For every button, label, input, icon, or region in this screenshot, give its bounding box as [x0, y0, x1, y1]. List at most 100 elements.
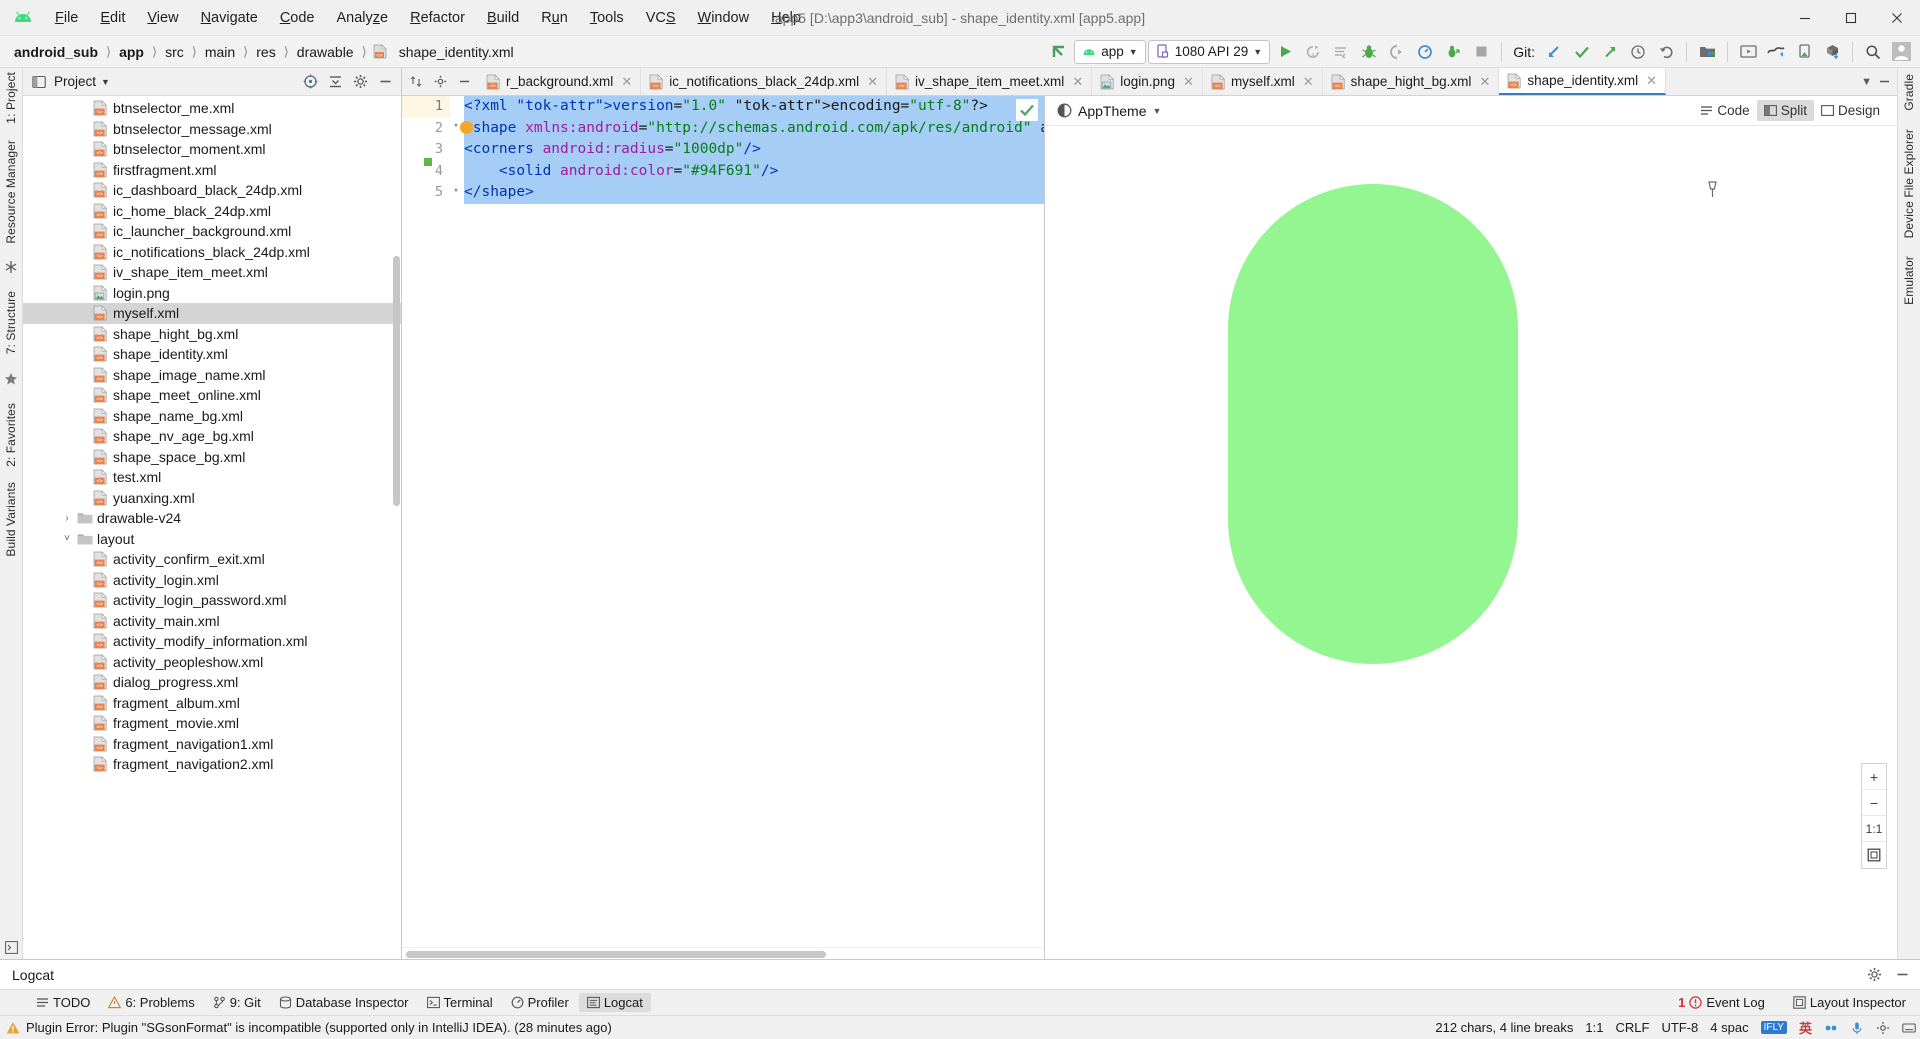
menu-build[interactable]: Build [476, 6, 530, 30]
tree-item[interactable]: <> activity_main.xml [23, 611, 401, 632]
editor-tab[interactable]: login.png ✕ [1092, 68, 1203, 95]
editor-tab[interactable]: <> iv_shape_item_meet.xml ✕ [887, 68, 1093, 95]
bottom-tool-logcat[interactable]: Logcat [578, 993, 651, 1012]
hide-panel-icon[interactable] [1892, 965, 1912, 985]
menu-code[interactable]: Code [269, 6, 326, 30]
color-preview-swatch[interactable] [424, 158, 432, 166]
zoom-to-fit-button[interactable] [1862, 842, 1886, 868]
zoom-in-button[interactable]: + [1862, 764, 1886, 790]
hide-panel-icon[interactable] [375, 72, 395, 92]
breadcrumb-src[interactable]: src [161, 43, 188, 61]
menu-tools[interactable]: Tools [579, 6, 635, 30]
terminal-rail-icon[interactable] [3, 939, 19, 955]
close-icon[interactable]: ✕ [1479, 74, 1490, 90]
tree-item[interactable]: <> shape_meet_online.xml [23, 385, 401, 406]
tree-item[interactable]: <> ic_dashboard_black_24dp.xml [23, 180, 401, 201]
chevron-down-icon[interactable]: ▼ [1152, 106, 1161, 116]
hide-panel-icon[interactable] [454, 72, 474, 92]
keyboard-layout-icon[interactable] [1902, 1021, 1916, 1035]
zoom-actual-size-button[interactable]: 1:1 [1862, 816, 1886, 842]
fold-marker-icon[interactable]: ▾ [451, 186, 461, 196]
menu-analyze[interactable]: Analyze [326, 6, 400, 30]
code-line[interactable]: <shape xmlns:android="http://schemas.and… [464, 117, 1044, 139]
ime-language[interactable]: 英 [1799, 1018, 1812, 1037]
editor-tab[interactable]: <> shape_hight_bg.xml ✕ [1323, 68, 1500, 95]
tool-window-event-log[interactable]: 1 Event Log [1670, 993, 1773, 1012]
sdk-manager-icon[interactable] [1694, 39, 1720, 65]
tree-item[interactable]: <> activity_login_password.xml [23, 590, 401, 611]
select-opened-file-icon[interactable] [300, 72, 320, 92]
menu-run[interactable]: Run [530, 6, 579, 30]
view-mode-split[interactable]: Split [1756, 100, 1814, 121]
close-icon[interactable]: ✕ [1072, 74, 1083, 90]
tree-item[interactable]: <> fragment_movie.xml [23, 713, 401, 734]
bottom-tool-todo[interactable]: TODO [28, 993, 98, 1012]
tree-item[interactable]: <> activity_peopleshow.xml [23, 652, 401, 673]
profiler-icon[interactable] [1412, 39, 1438, 65]
avd-device-icon[interactable] [1791, 39, 1817, 65]
breadcrumb-drawable[interactable]: drawable [293, 43, 358, 61]
tree-scrollbar[interactable] [393, 256, 400, 506]
status-encoding[interactable]: UTF-8 [1661, 1020, 1698, 1035]
menu-window[interactable]: Window [687, 6, 761, 30]
sync-gradle-icon[interactable] [1763, 39, 1789, 65]
undo-icon[interactable] [1653, 39, 1679, 65]
breadcrumb-main[interactable]: main [201, 43, 239, 61]
make-project-icon[interactable] [1046, 39, 1072, 65]
sidebar-item-project[interactable]: 1: Project [4, 72, 18, 124]
apply-changes-icon[interactable]: A [1300, 39, 1326, 65]
code-line[interactable]: <solid android:color="#94F691"/> [464, 160, 1044, 182]
chevron-down-icon[interactable]: ▼ [101, 77, 110, 87]
sidebar-item-build-variants[interactable]: Build Variants [4, 482, 18, 557]
favorites-star-icon[interactable] [3, 371, 19, 387]
tree-item[interactable]: login.png [23, 283, 401, 304]
sidebar-item-resource-manager[interactable]: Resource Manager [4, 140, 18, 244]
tree-item[interactable]: <> shape_image_name.xml [23, 365, 401, 386]
avd-manager-icon[interactable] [1735, 39, 1761, 65]
status-caret-position[interactable]: 1:1 [1585, 1020, 1603, 1035]
attach-debugger-icon[interactable] [1384, 39, 1410, 65]
status-line-separator[interactable]: CRLF [1615, 1020, 1649, 1035]
intention-bulb-icon[interactable] [460, 121, 473, 134]
tree-item[interactable]: <> activity_confirm_exit.xml [23, 549, 401, 570]
editor-tab[interactable]: <> shape_identity.xml ✕ [1499, 68, 1667, 95]
microphone-icon[interactable] [1850, 1021, 1864, 1035]
tree-item[interactable]: <> firstfragment.xml [23, 160, 401, 181]
debug-button[interactable] [1356, 39, 1382, 65]
git-update-icon[interactable] [1541, 39, 1567, 65]
breadcrumb-res[interactable]: res [252, 43, 279, 61]
menu-vcs[interactable]: VCS [635, 6, 687, 30]
ime-settings-icon[interactable] [1876, 1021, 1890, 1035]
minimize-button[interactable] [1782, 0, 1828, 36]
device-selector[interactable]: 1080 API 29 ▼ [1147, 39, 1271, 64]
editor-tab[interactable]: <> myself.xml ✕ [1203, 68, 1323, 95]
xml-code-editor[interactable]: 12345 ▾ ▾ <?xml "tok-attr">version="1.0"… [402, 96, 1045, 959]
zoom-out-button[interactable]: − [1862, 790, 1886, 816]
menu-navigate[interactable]: Navigate [190, 6, 269, 30]
maximize-button[interactable] [1828, 0, 1874, 36]
stop-button[interactable] [1468, 39, 1494, 65]
search-icon[interactable] [1860, 39, 1886, 65]
sort-icon[interactable] [406, 72, 426, 92]
tree-item[interactable]: <> shape_identity.xml [23, 344, 401, 365]
bottom-tool-terminal[interactable]: Terminal [419, 993, 501, 1012]
sidebar-item-emulator[interactable]: Emulator [1902, 256, 1916, 305]
bottom-tool-9-git[interactable]: 9: Git [205, 993, 269, 1012]
tree-item[interactable]: ˅ layout [23, 529, 401, 550]
editor-tab-bar[interactable]: <> r_background.xml ✕ <> ic_notifications_bl… [402, 68, 1897, 96]
git-history-icon[interactable] [1625, 39, 1651, 65]
close-button[interactable] [1874, 0, 1920, 36]
gear-icon[interactable] [1864, 965, 1884, 985]
profile-apk-icon[interactable] [1819, 39, 1845, 65]
sidebar-item-device-file-explorer[interactable]: Device File Explorer [1902, 129, 1916, 238]
tree-item[interactable]: <> activity_modify_information.xml [23, 631, 401, 652]
editor-tab[interactable]: <> ic_notifications_black_24dp.xml ✕ [641, 68, 887, 95]
bottom-tool-6-problems[interactable]: 6: Problems [100, 993, 202, 1012]
breadcrumb-app[interactable]: app [115, 43, 148, 61]
tree-item[interactable]: <> shape_hight_bg.xml [23, 324, 401, 345]
tree-item[interactable]: <> shape_name_bg.xml [23, 406, 401, 427]
scrollbar-thumb[interactable] [406, 951, 826, 958]
menu-refactor[interactable]: Refactor [399, 6, 476, 30]
twisty-expanded-icon[interactable]: ˅ [59, 533, 75, 544]
close-icon[interactable]: ✕ [1183, 74, 1194, 90]
